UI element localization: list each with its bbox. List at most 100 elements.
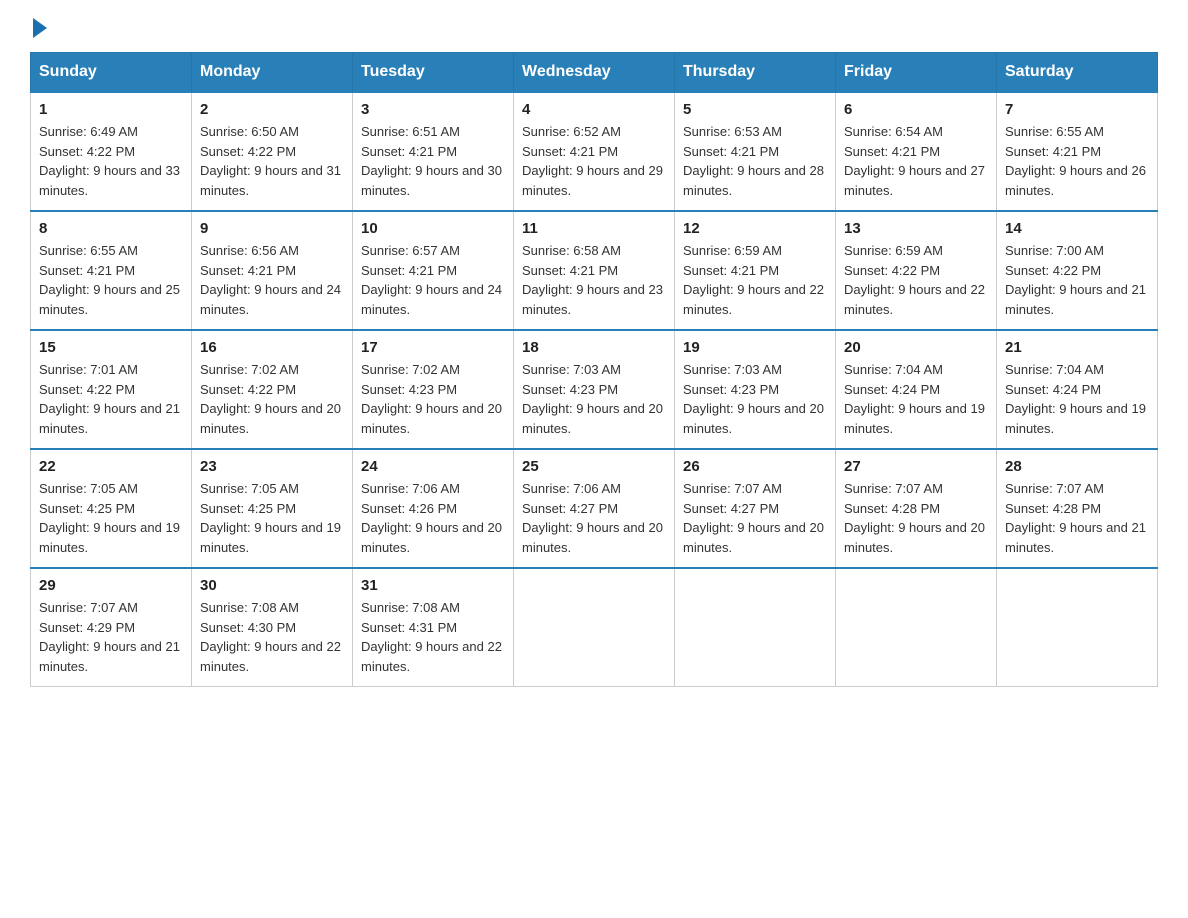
calendar-week-row: 15 Sunrise: 7:01 AMSunset: 4:22 PMDaylig… [31, 330, 1158, 449]
calendar-cell: 5 Sunrise: 6:53 AMSunset: 4:21 PMDayligh… [675, 92, 836, 211]
calendar-table: SundayMondayTuesdayWednesdayThursdayFrid… [30, 52, 1158, 687]
day-number: 11 [522, 220, 666, 237]
calendar-cell [836, 568, 997, 687]
logo-arrow-icon [33, 18, 47, 38]
weekday-header-tuesday: Tuesday [353, 53, 514, 93]
day-info: Sunrise: 6:59 AMSunset: 4:22 PMDaylight:… [844, 243, 985, 317]
day-number: 6 [844, 101, 988, 118]
day-number: 7 [1005, 101, 1149, 118]
calendar-week-row: 1 Sunrise: 6:49 AMSunset: 4:22 PMDayligh… [31, 92, 1158, 211]
day-info: Sunrise: 7:06 AMSunset: 4:27 PMDaylight:… [522, 481, 663, 555]
day-info: Sunrise: 7:02 AMSunset: 4:23 PMDaylight:… [361, 362, 502, 436]
weekday-header-sunday: Sunday [31, 53, 192, 93]
day-info: Sunrise: 6:59 AMSunset: 4:21 PMDaylight:… [683, 243, 824, 317]
calendar-cell: 14 Sunrise: 7:00 AMSunset: 4:22 PMDaylig… [997, 211, 1158, 330]
calendar-cell: 15 Sunrise: 7:01 AMSunset: 4:22 PMDaylig… [31, 330, 192, 449]
page-header [30, 20, 1158, 34]
day-info: Sunrise: 6:55 AMSunset: 4:21 PMDaylight:… [39, 243, 180, 317]
calendar-cell: 4 Sunrise: 6:52 AMSunset: 4:21 PMDayligh… [514, 92, 675, 211]
calendar-cell: 1 Sunrise: 6:49 AMSunset: 4:22 PMDayligh… [31, 92, 192, 211]
day-info: Sunrise: 6:53 AMSunset: 4:21 PMDaylight:… [683, 124, 824, 198]
calendar-cell: 30 Sunrise: 7:08 AMSunset: 4:30 PMDaylig… [192, 568, 353, 687]
calendar-cell: 31 Sunrise: 7:08 AMSunset: 4:31 PMDaylig… [353, 568, 514, 687]
day-number: 30 [200, 577, 344, 594]
day-info: Sunrise: 7:07 AMSunset: 4:27 PMDaylight:… [683, 481, 824, 555]
day-number: 15 [39, 339, 183, 356]
day-number: 26 [683, 458, 827, 475]
day-info: Sunrise: 7:08 AMSunset: 4:30 PMDaylight:… [200, 600, 341, 674]
calendar-cell: 24 Sunrise: 7:06 AMSunset: 4:26 PMDaylig… [353, 449, 514, 568]
day-number: 22 [39, 458, 183, 475]
calendar-cell: 28 Sunrise: 7:07 AMSunset: 4:28 PMDaylig… [997, 449, 1158, 568]
weekday-header-saturday: Saturday [997, 53, 1158, 93]
calendar-cell: 26 Sunrise: 7:07 AMSunset: 4:27 PMDaylig… [675, 449, 836, 568]
calendar-cell: 19 Sunrise: 7:03 AMSunset: 4:23 PMDaylig… [675, 330, 836, 449]
day-number: 31 [361, 577, 505, 594]
day-number: 17 [361, 339, 505, 356]
day-info: Sunrise: 7:05 AMSunset: 4:25 PMDaylight:… [200, 481, 341, 555]
calendar-cell: 20 Sunrise: 7:04 AMSunset: 4:24 PMDaylig… [836, 330, 997, 449]
day-info: Sunrise: 7:01 AMSunset: 4:22 PMDaylight:… [39, 362, 180, 436]
day-number: 12 [683, 220, 827, 237]
day-info: Sunrise: 7:02 AMSunset: 4:22 PMDaylight:… [200, 362, 341, 436]
calendar-cell: 27 Sunrise: 7:07 AMSunset: 4:28 PMDaylig… [836, 449, 997, 568]
calendar-cell: 2 Sunrise: 6:50 AMSunset: 4:22 PMDayligh… [192, 92, 353, 211]
day-number: 2 [200, 101, 344, 118]
calendar-cell [514, 568, 675, 687]
calendar-cell [997, 568, 1158, 687]
weekday-header-wednesday: Wednesday [514, 53, 675, 93]
day-info: Sunrise: 7:04 AMSunset: 4:24 PMDaylight:… [1005, 362, 1146, 436]
day-info: Sunrise: 7:00 AMSunset: 4:22 PMDaylight:… [1005, 243, 1146, 317]
day-info: Sunrise: 6:50 AMSunset: 4:22 PMDaylight:… [200, 124, 341, 198]
calendar-week-row: 8 Sunrise: 6:55 AMSunset: 4:21 PMDayligh… [31, 211, 1158, 330]
day-number: 29 [39, 577, 183, 594]
day-number: 1 [39, 101, 183, 118]
day-number: 8 [39, 220, 183, 237]
day-number: 18 [522, 339, 666, 356]
day-number: 19 [683, 339, 827, 356]
day-number: 5 [683, 101, 827, 118]
calendar-cell: 16 Sunrise: 7:02 AMSunset: 4:22 PMDaylig… [192, 330, 353, 449]
day-info: Sunrise: 7:03 AMSunset: 4:23 PMDaylight:… [522, 362, 663, 436]
day-number: 27 [844, 458, 988, 475]
day-info: Sunrise: 6:54 AMSunset: 4:21 PMDaylight:… [844, 124, 985, 198]
logo [30, 20, 47, 34]
day-info: Sunrise: 7:03 AMSunset: 4:23 PMDaylight:… [683, 362, 824, 436]
calendar-week-row: 22 Sunrise: 7:05 AMSunset: 4:25 PMDaylig… [31, 449, 1158, 568]
calendar-cell: 7 Sunrise: 6:55 AMSunset: 4:21 PMDayligh… [997, 92, 1158, 211]
calendar-cell: 11 Sunrise: 6:58 AMSunset: 4:21 PMDaylig… [514, 211, 675, 330]
day-number: 9 [200, 220, 344, 237]
day-number: 10 [361, 220, 505, 237]
calendar-week-row: 29 Sunrise: 7:07 AMSunset: 4:29 PMDaylig… [31, 568, 1158, 687]
day-info: Sunrise: 6:56 AMSunset: 4:21 PMDaylight:… [200, 243, 341, 317]
day-info: Sunrise: 7:05 AMSunset: 4:25 PMDaylight:… [39, 481, 180, 555]
day-info: Sunrise: 7:04 AMSunset: 4:24 PMDaylight:… [844, 362, 985, 436]
calendar-cell: 6 Sunrise: 6:54 AMSunset: 4:21 PMDayligh… [836, 92, 997, 211]
calendar-cell [675, 568, 836, 687]
day-number: 21 [1005, 339, 1149, 356]
day-number: 28 [1005, 458, 1149, 475]
calendar-cell: 29 Sunrise: 7:07 AMSunset: 4:29 PMDaylig… [31, 568, 192, 687]
calendar-cell: 22 Sunrise: 7:05 AMSunset: 4:25 PMDaylig… [31, 449, 192, 568]
day-info: Sunrise: 6:55 AMSunset: 4:21 PMDaylight:… [1005, 124, 1146, 198]
day-number: 20 [844, 339, 988, 356]
calendar-header-row: SundayMondayTuesdayWednesdayThursdayFrid… [31, 53, 1158, 93]
day-info: Sunrise: 6:57 AMSunset: 4:21 PMDaylight:… [361, 243, 502, 317]
day-number: 23 [200, 458, 344, 475]
calendar-cell: 9 Sunrise: 6:56 AMSunset: 4:21 PMDayligh… [192, 211, 353, 330]
day-number: 16 [200, 339, 344, 356]
day-info: Sunrise: 7:08 AMSunset: 4:31 PMDaylight:… [361, 600, 502, 674]
calendar-cell: 13 Sunrise: 6:59 AMSunset: 4:22 PMDaylig… [836, 211, 997, 330]
weekday-header-monday: Monday [192, 53, 353, 93]
day-info: Sunrise: 7:07 AMSunset: 4:29 PMDaylight:… [39, 600, 180, 674]
calendar-cell: 17 Sunrise: 7:02 AMSunset: 4:23 PMDaylig… [353, 330, 514, 449]
weekday-header-friday: Friday [836, 53, 997, 93]
calendar-cell: 3 Sunrise: 6:51 AMSunset: 4:21 PMDayligh… [353, 92, 514, 211]
day-number: 4 [522, 101, 666, 118]
day-info: Sunrise: 6:51 AMSunset: 4:21 PMDaylight:… [361, 124, 502, 198]
day-info: Sunrise: 6:49 AMSunset: 4:22 PMDaylight:… [39, 124, 180, 198]
calendar-cell: 8 Sunrise: 6:55 AMSunset: 4:21 PMDayligh… [31, 211, 192, 330]
calendar-cell: 25 Sunrise: 7:06 AMSunset: 4:27 PMDaylig… [514, 449, 675, 568]
day-number: 3 [361, 101, 505, 118]
calendar-cell: 23 Sunrise: 7:05 AMSunset: 4:25 PMDaylig… [192, 449, 353, 568]
